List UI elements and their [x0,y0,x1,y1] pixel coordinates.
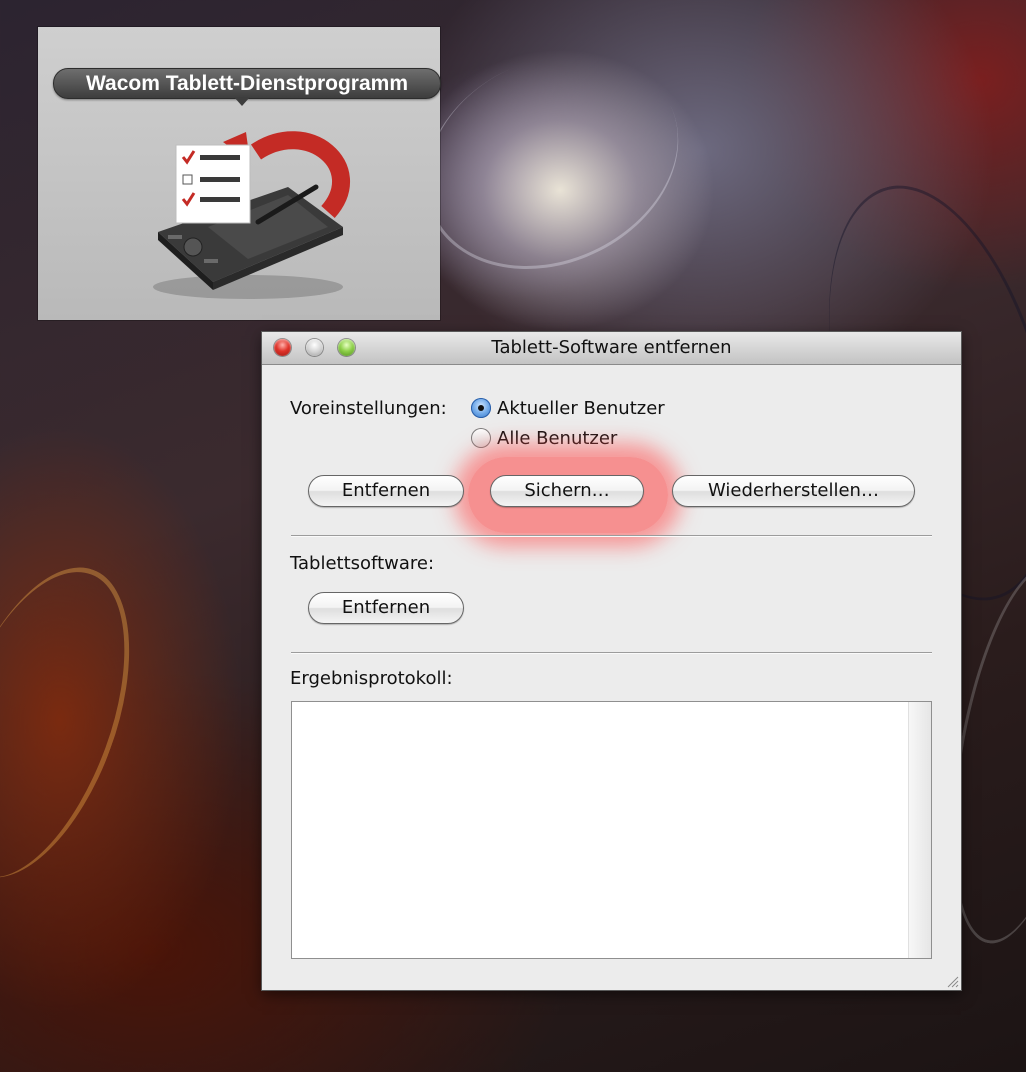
minimize-button[interactable] [306,339,323,356]
zoom-button[interactable] [338,339,355,356]
close-button[interactable] [274,339,291,356]
remove-software-dialog: Tablett-Software entfernen Voreinstellun… [262,332,961,990]
tablet-checklist-restore-icon [153,131,350,299]
radio-all-users-label[interactable]: Alle Benutzer [497,428,617,449]
radio-current-user[interactable] [471,398,491,418]
tablet-software-label: Tablettsoftware: [290,553,435,574]
app-tile-title: Wacom Tablett-Dienstprogramm [53,68,441,99]
radio-current-user-label[interactable]: Aktueller Benutzer [497,398,665,419]
radio-all-users[interactable] [471,428,491,448]
app-tile-title-pointer [234,97,250,106]
app-tile[interactable]: Wacom Tablett-Dienstprogramm [38,27,441,320]
section-divider [291,652,932,654]
restore-button[interactable]: Wiederherstellen… [672,475,915,507]
window-title: Tablett-Software entfernen [491,337,732,358]
background-streak [0,543,166,902]
resize-grip-icon[interactable] [945,974,959,988]
backup-button[interactable]: Sichern… [490,475,644,507]
section-divider [291,535,932,537]
remove-tablet-software-button[interactable]: Entfernen [308,592,464,624]
title-bar[interactable]: Tablett-Software entfernen [262,332,961,365]
result-log-label: Ergebnisprotokoll: [290,668,453,689]
remove-preferences-button[interactable]: Entfernen [308,475,464,507]
log-scrollbar[interactable] [908,702,931,958]
preferences-label: Voreinstellungen: [290,398,447,419]
result-log-textarea[interactable] [291,701,932,959]
